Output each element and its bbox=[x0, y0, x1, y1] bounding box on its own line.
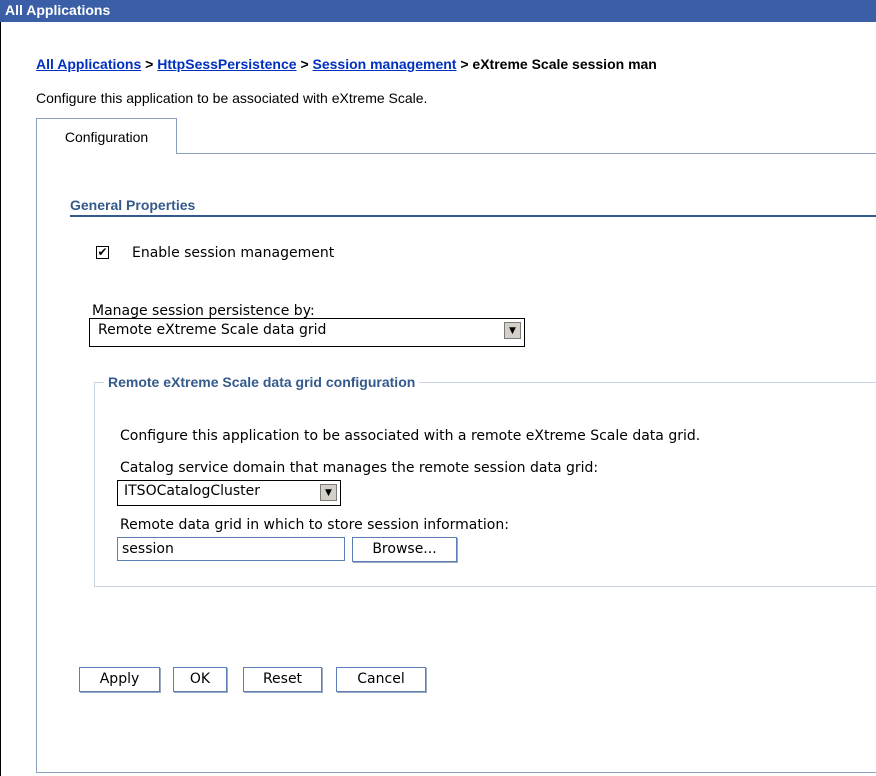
frame-border bbox=[0, 22, 1, 776]
dropdown-arrow-icon[interactable]: ▼ bbox=[320, 484, 337, 501]
browse-button[interactable]: Browse... bbox=[352, 537, 457, 562]
dropdown-arrow-icon[interactable]: ▼ bbox=[504, 322, 521, 339]
remote-grid-label: Remote data grid in which to store sessi… bbox=[120, 517, 509, 533]
remote-grid-config-legend: Remote eXtreme Scale data grid configura… bbox=[104, 374, 420, 390]
catalog-domain-select[interactable]: ITSOCatalogCluster ▼ bbox=[117, 480, 341, 506]
breadcrumb: All Applications > HttpSessPersistence >… bbox=[36, 56, 876, 72]
enable-session-management-label: Enable session management bbox=[132, 245, 335, 261]
manage-persistence-label: Manage session persistence by: bbox=[92, 303, 315, 319]
tab-configuration[interactable]: Configuration bbox=[36, 118, 177, 154]
reset-button[interactable]: Reset bbox=[243, 667, 322, 692]
breadcrumb-link-httpsesspersistence[interactable]: HttpSessPersistence bbox=[157, 56, 296, 72]
remote-grid-description: Configure this application to be associa… bbox=[120, 428, 701, 444]
catalog-domain-label: Catalog service domain that manages the … bbox=[120, 460, 599, 476]
breadcrumb-separator: > bbox=[460, 56, 469, 72]
manage-persistence-select[interactable]: Remote eXtreme Scale data grid ▼ bbox=[89, 318, 525, 347]
section-divider bbox=[70, 215, 876, 217]
enable-session-management-checkbox[interactable]: ✔ bbox=[96, 246, 109, 259]
apply-button[interactable]: Apply bbox=[79, 667, 160, 692]
breadcrumb-current: eXtreme Scale session man bbox=[472, 56, 657, 72]
breadcrumb-separator: > bbox=[300, 56, 309, 72]
catalog-domain-value: ITSOCatalogCluster bbox=[124, 483, 261, 499]
app-frame: All Applications All Applications > Http… bbox=[0, 0, 876, 776]
cancel-button[interactable]: Cancel bbox=[336, 667, 426, 692]
remote-grid-input[interactable]: session bbox=[117, 537, 345, 561]
checkmark-icon: ✔ bbox=[97, 245, 108, 259]
title-bar: All Applications bbox=[0, 0, 876, 22]
breadcrumb-separator: > bbox=[145, 56, 154, 72]
page-description: Configure this application to be associa… bbox=[36, 90, 428, 106]
manage-persistence-value: Remote eXtreme Scale data grid bbox=[98, 322, 327, 338]
section-title-general-properties: General Properties bbox=[70, 197, 196, 213]
ok-button[interactable]: OK bbox=[173, 667, 227, 692]
breadcrumb-link-session-management[interactable]: Session management bbox=[313, 56, 457, 72]
breadcrumb-link-all-applications[interactable]: All Applications bbox=[36, 56, 141, 72]
